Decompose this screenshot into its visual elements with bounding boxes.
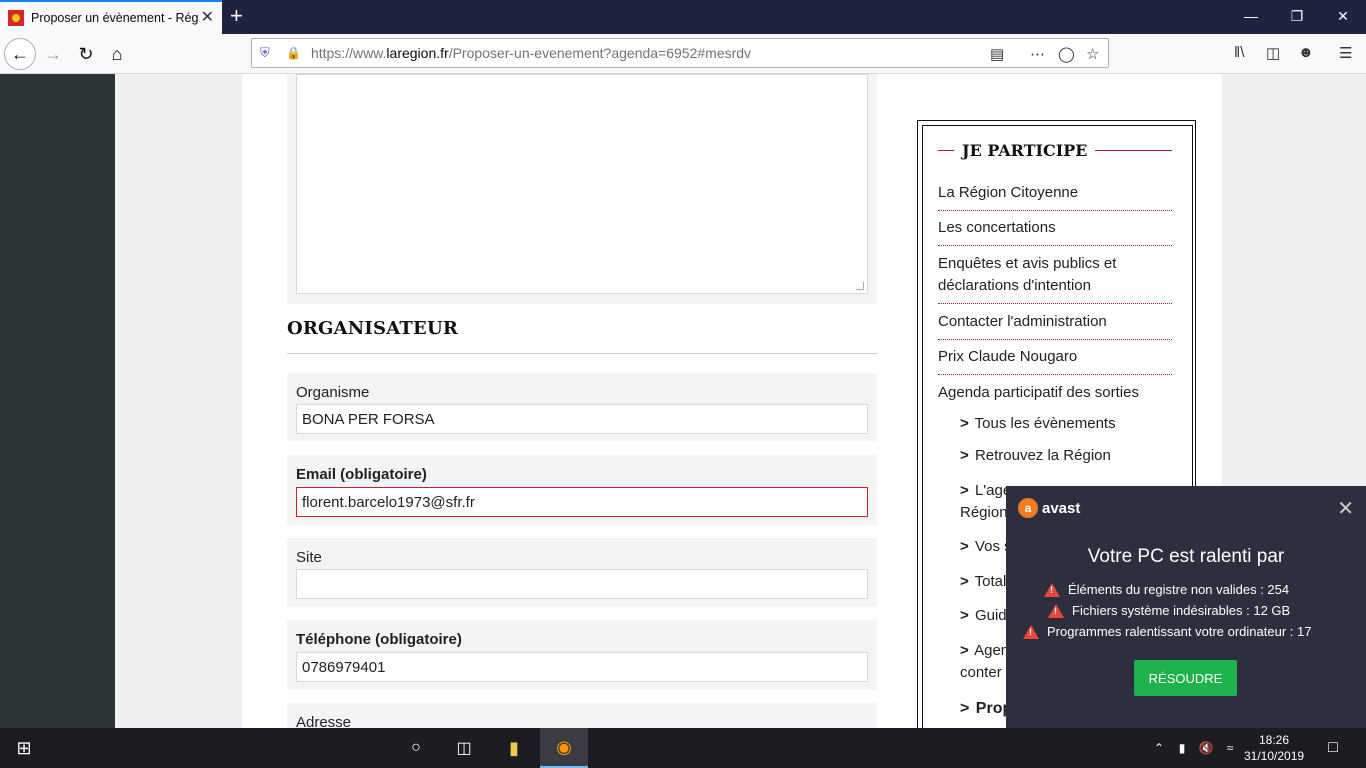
sidebar-heading: JE PARTICIPE [938, 141, 1172, 160]
telephone-label: Téléphone (obligatoire) [296, 631, 462, 648]
volume-muted-icon[interactable]: 🔇 [1196, 728, 1216, 768]
site-favicon-icon [8, 10, 24, 26]
bookmark-star-icon[interactable]: ☆ [1086, 45, 1099, 63]
window-close-icon[interactable]: ✕ [1320, 0, 1366, 32]
battery-icon[interactable]: ▮ [1172, 728, 1192, 768]
show-hidden-icons-icon[interactable]: ⌃ [1150, 728, 1168, 768]
sidebar-item-agenda[interactable]: Agenda participatif des sorties [938, 382, 1172, 410]
system-clock[interactable]: 18:26 31/10/2019 [1244, 732, 1304, 764]
navigation-toolbar: ← → ↻ ⌂ ⛨ 🔒 https://www.laregion.fr/Prop… [0, 34, 1366, 74]
tab-close-icon[interactable]: ✕ [201, 10, 214, 26]
active-tab[interactable]: Proposer un évènement - Régio ✕ [0, 0, 222, 34]
description-card [287, 74, 877, 304]
site-card: Site [287, 538, 877, 607]
adresse-card: Adresse [287, 703, 877, 728]
minimize-icon[interactable]: — [1228, 0, 1274, 32]
sidebar-item-enquetes[interactable]: Enquêtes et avis publics et déclarations… [938, 253, 1172, 304]
section-title: ORGANISATEUR [287, 318, 459, 339]
task-view-icon[interactable]: ◫ [440, 728, 488, 768]
avast-warning: Éléments du registre non valides : 254 [1044, 582, 1289, 597]
organisme-input[interactable]: BONA PER FORSA [296, 404, 868, 434]
resolve-button[interactable]: RÉSOUDRE [1134, 660, 1237, 696]
sidebar-subitem[interactable]: > Retrouvez la Région [960, 445, 1160, 467]
restore-icon[interactable]: ❐ [1274, 0, 1320, 32]
menu-icon[interactable]: ☰ [1339, 44, 1352, 62]
sidebar-item-contacter[interactable]: Contacter l'administration [938, 311, 1172, 340]
lock-icon[interactable]: 🔒 [286, 46, 301, 60]
taskbar: ⊞ ○ ◫ ▮ ◉ ⌃ ▮ 🔇 ≈ 18:26 31/10/2019 □ [0, 728, 1366, 768]
windows-start-icon[interactable]: ⊞ [0, 728, 48, 768]
avast-brand: a avast [1018, 498, 1080, 518]
sidebar-subitem[interactable]: > Tous les évènements [960, 413, 1160, 435]
pocket-icon[interactable]: ◯ [1058, 45, 1075, 63]
organisme-label: Organisme [296, 384, 370, 401]
firefox-icon[interactable]: ◉ [540, 728, 588, 768]
avast-headline: Votre PC est ralenti par [1087, 546, 1285, 567]
site-label: Site [296, 549, 322, 566]
notifications-icon[interactable]: □ [1318, 728, 1348, 768]
clock-date: 31/10/2019 [1244, 749, 1305, 763]
account-icon[interactable]: ☻ [1298, 44, 1314, 61]
section-divider [287, 353, 877, 354]
sidebar-item-region-citoyenne[interactable]: La Région Citoyenne [938, 182, 1172, 211]
browser-titlebar: Proposer un évènement - Régio ✕ + — ❐ ✕ [0, 0, 1366, 34]
url-text[interactable]: https://www.laregion.fr/Proposer-un-even… [311, 45, 751, 61]
sidebar-icon[interactable]: ◫ [1266, 44, 1280, 62]
adresse-label: Adresse [296, 714, 352, 728]
warning-icon [1048, 603, 1064, 618]
description-textarea[interactable] [296, 74, 868, 294]
forward-icon[interactable]: → [37, 38, 69, 70]
home-icon[interactable]: ⌂ [101, 38, 133, 70]
tab-title: Proposer un évènement - Régio [31, 11, 199, 25]
cortana-icon[interactable]: ○ [392, 728, 440, 768]
sidebar-item-prix-nougaro[interactable]: Prix Claude Nougaro [938, 346, 1172, 375]
email-label: Email (obligatoire) [296, 466, 427, 483]
network-icon[interactable]: ≈ [1220, 728, 1240, 768]
reader-view-icon[interactable]: ▤ [990, 45, 1004, 63]
clock-time: 18:26 [1258, 733, 1290, 747]
file-explorer-icon[interactable]: ▮ [490, 728, 538, 768]
shield-icon[interactable]: ⛨ [260, 45, 274, 61]
url-bar[interactable]: ⛨ 🔒 https://www.laregion.fr/Proposer-un-… [251, 38, 1109, 68]
back-icon[interactable]: ← [4, 38, 36, 70]
avast-warning: Programmes ralentissant votre ordinateur… [1023, 624, 1311, 639]
reload-icon[interactable]: ↻ [70, 38, 102, 70]
avast-logo-icon: a [1018, 498, 1038, 518]
avast-warning: Fichiers système indésirables : 12 GB [1048, 603, 1290, 618]
site-input[interactable] [296, 569, 868, 599]
email-input[interactable]: florent.barcelo1973@sfr.fr [296, 487, 868, 517]
telephone-card: Téléphone (obligatoire) 0786979401 [287, 620, 877, 690]
telephone-input[interactable]: 0786979401 [296, 652, 868, 682]
avast-popup: a avast ✕ Votre PC est ralenti par Éléme… [1006, 486, 1366, 728]
sidebar-heading-text: JE PARTICIPE [962, 141, 1088, 160]
email-card: Email (obligatoire) florent.barcelo1973@… [287, 455, 877, 525]
new-tab-button[interactable]: + [230, 5, 243, 27]
avast-brand-text: avast [1042, 499, 1081, 517]
library-icon[interactable]: ‖\ [1234, 44, 1244, 61]
warning-icon [1023, 624, 1039, 639]
resize-grip-icon[interactable] [856, 282, 864, 290]
organisme-card: Organisme BONA PER FORSA [287, 373, 877, 441]
sidebar-item-concertations[interactable]: Les concertations [938, 217, 1172, 246]
more-actions-icon[interactable]: ⋯ [1030, 45, 1045, 63]
warning-icon [1044, 582, 1060, 597]
avast-close-icon[interactable]: ✕ [1337, 496, 1354, 521]
